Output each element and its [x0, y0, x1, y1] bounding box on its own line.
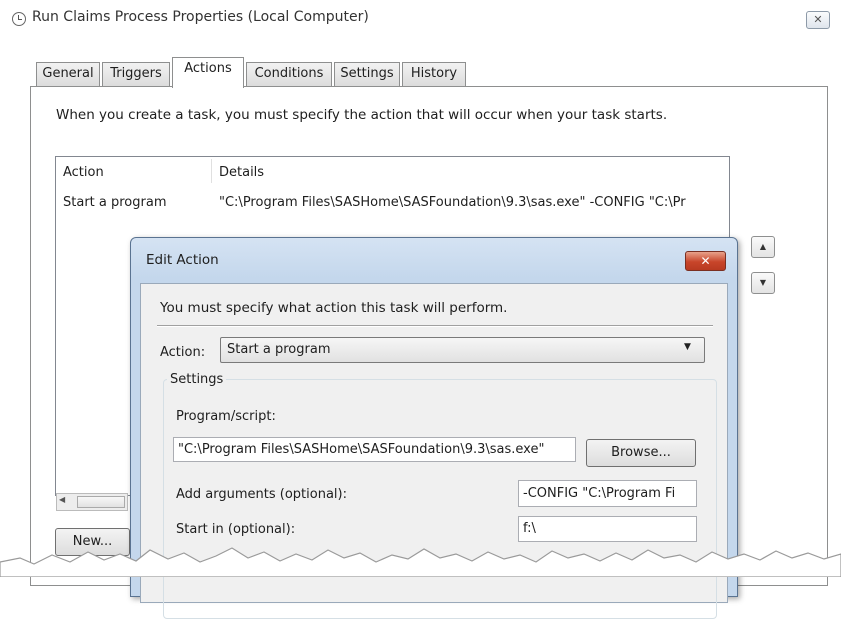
tab-triggers[interactable]: Triggers — [102, 62, 170, 86]
start-in-value: f:\ — [523, 521, 536, 536]
tab-history[interactable]: History — [402, 62, 466, 86]
tab-general[interactable]: General — [36, 62, 100, 86]
start-in-input[interactable]: f:\ — [518, 516, 697, 542]
torn-paper-edge — [0, 547, 841, 577]
list-row-details[interactable]: "C:\Program Files\SASHome\SASFoundation\… — [219, 195, 686, 210]
triangle-down-icon: ▼ — [759, 278, 767, 287]
horizontal-scrollbar[interactable]: ◀ — [56, 493, 128, 511]
arguments-value: -CONFIG "C:\Program Fi — [523, 486, 676, 501]
window-title: Run Claims Process Properties (Local Com… — [32, 9, 369, 25]
action-dropdown-value: Start a program — [227, 342, 331, 357]
action-label: Action: — [160, 345, 206, 360]
move-up-button[interactable]: ▲ — [751, 236, 775, 258]
start-in-label: Start in (optional): — [176, 522, 296, 537]
column-header-action[interactable]: Action — [63, 165, 104, 180]
tab-actions[interactable]: Actions — [172, 57, 244, 88]
chevron-down-icon: ▼ — [684, 342, 691, 352]
close-icon: ✕ — [700, 254, 711, 268]
instruction-text: When you create a task, you must specify… — [56, 107, 668, 123]
clock-icon — [12, 12, 26, 26]
dialog-title: Edit Action — [146, 252, 219, 268]
dialog-close-button[interactable]: ✕ — [685, 251, 726, 271]
column-header-details[interactable]: Details — [219, 165, 264, 180]
dialog-prompt: You must specify what action this task w… — [160, 300, 508, 316]
column-divider — [211, 159, 212, 183]
arguments-input[interactable]: -CONFIG "C:\Program Fi — [518, 480, 697, 507]
tab-settings[interactable]: Settings — [334, 62, 400, 86]
tab-conditions[interactable]: Conditions — [246, 62, 332, 86]
browse-button[interactable]: Browse... — [586, 439, 696, 467]
title-bar: Run Claims Process Properties (Local Com… — [0, 0, 841, 38]
move-down-button[interactable]: ▼ — [751, 272, 775, 294]
scroll-thumb[interactable] — [77, 496, 125, 508]
scroll-left-icon[interactable]: ◀ — [59, 495, 65, 504]
list-row-action[interactable]: Start a program — [63, 195, 166, 210]
separator — [157, 325, 713, 327]
close-button[interactable]: ✕ — [806, 11, 830, 29]
program-script-value: "C:\Program Files\SASHome\SASFoundation\… — [178, 442, 545, 457]
action-dropdown[interactable]: Start a program ▼ — [220, 337, 705, 363]
arguments-label: Add arguments (optional): — [176, 487, 347, 502]
triangle-up-icon: ▲ — [759, 242, 767, 251]
program-script-label: Program/script: — [176, 409, 276, 424]
settings-legend: Settings — [167, 372, 227, 387]
program-script-input[interactable]: "C:\Program Files\SASHome\SASFoundation\… — [173, 437, 576, 462]
